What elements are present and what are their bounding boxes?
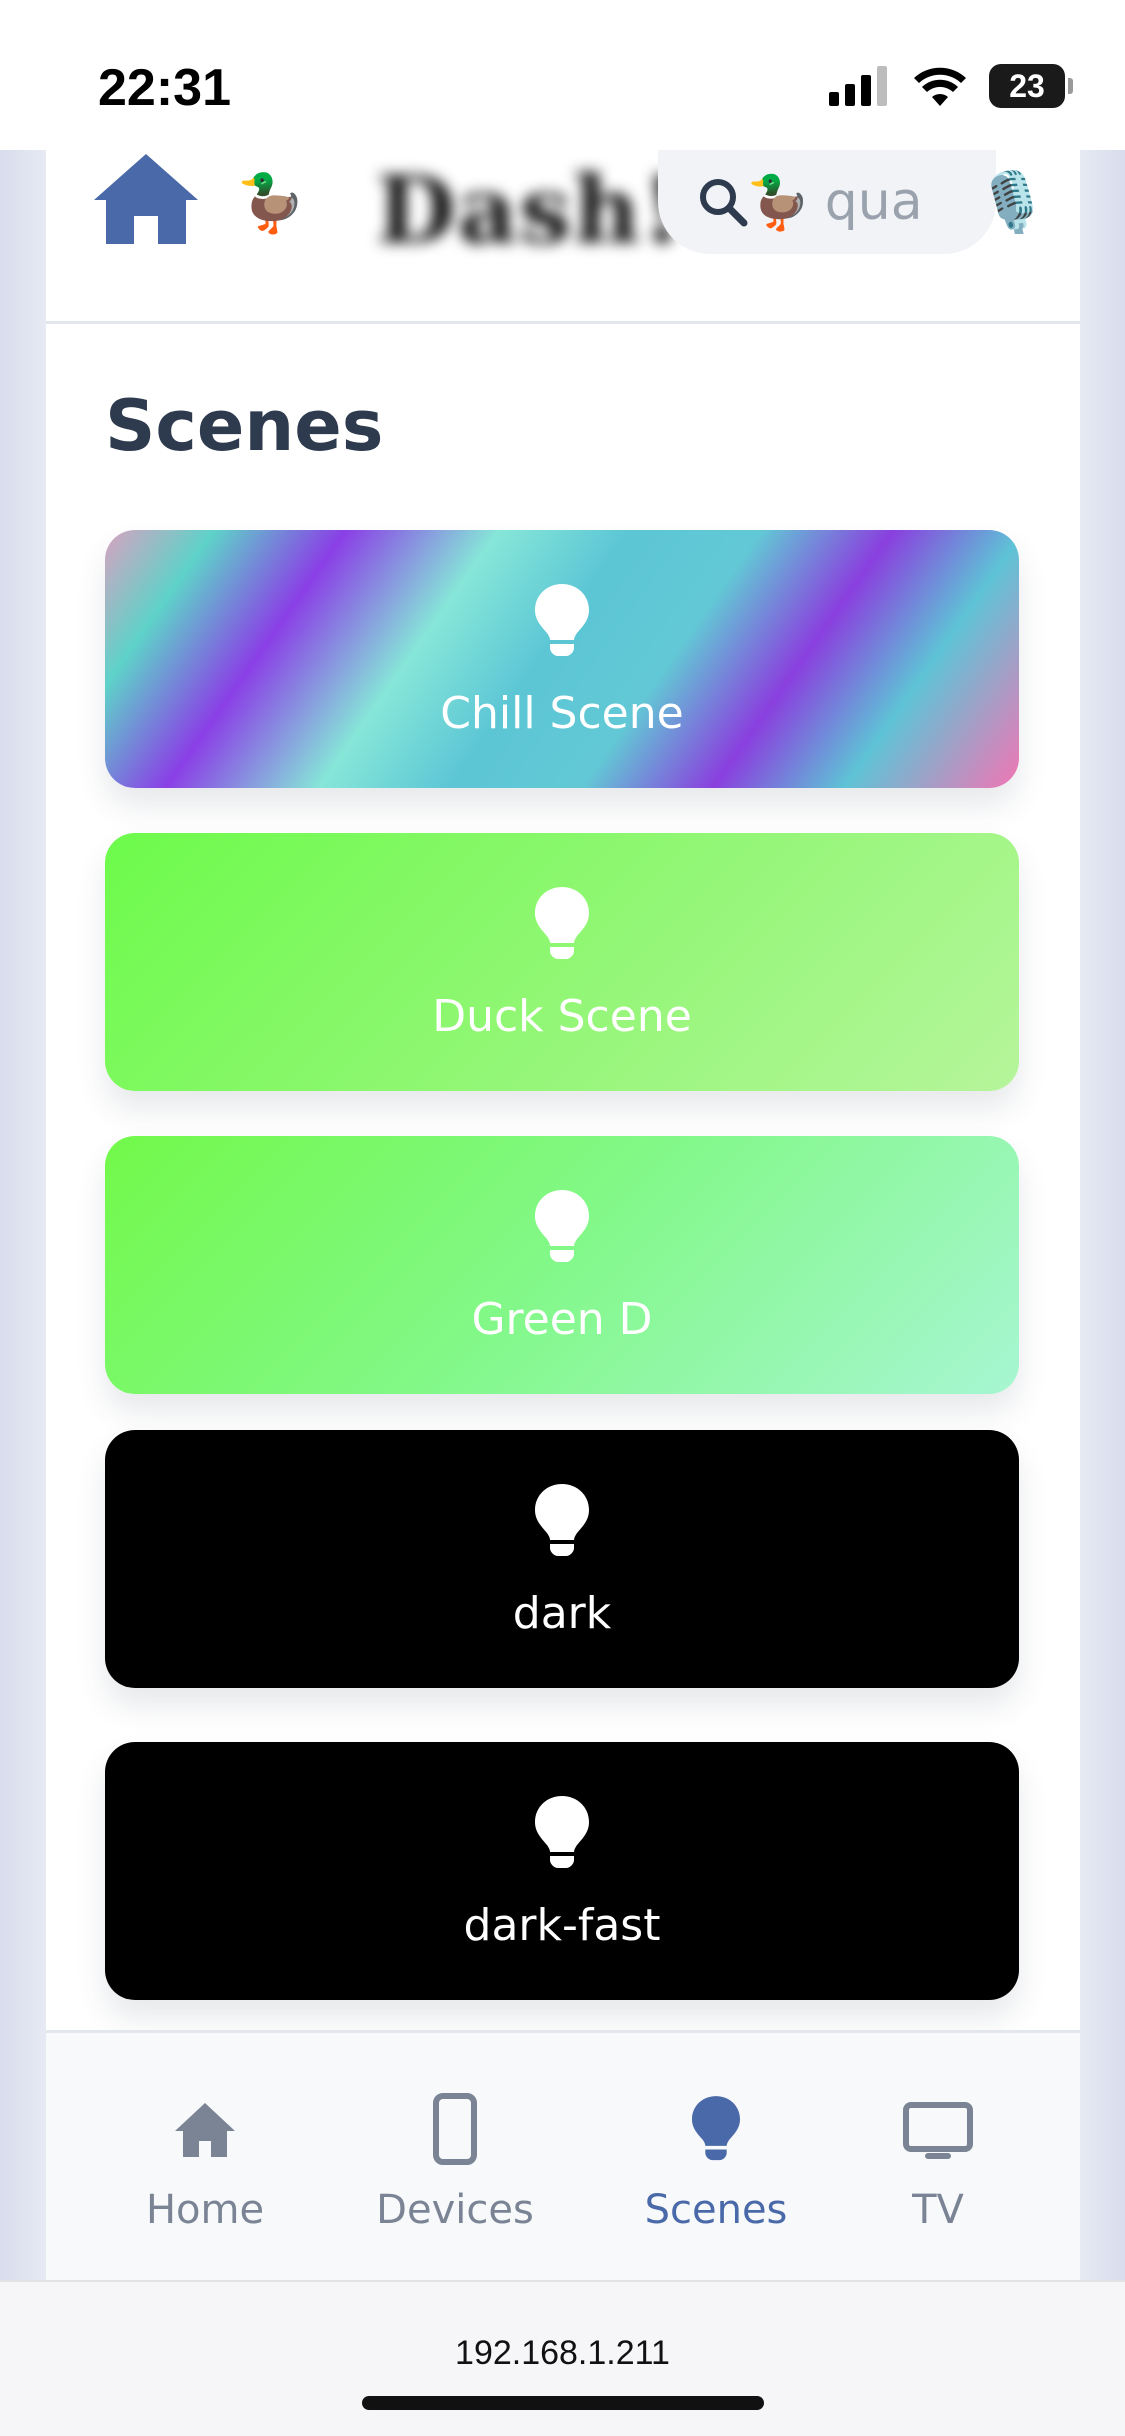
brand-logo[interactable]: Dash! bbox=[376, 156, 706, 276]
search-duck-emoji: 🦆 bbox=[746, 172, 811, 233]
status-time: 22:31 bbox=[98, 59, 231, 117]
scene-card-dark[interactable]: dark bbox=[105, 1430, 1019, 1688]
nav-label-tv: TV bbox=[912, 2187, 964, 2233]
scene-label: Chill Scene bbox=[440, 687, 684, 739]
lightbulb-icon bbox=[692, 2096, 740, 2161]
scene-card-chill-scene[interactable]: Chill Scene bbox=[105, 530, 1019, 788]
scene-card-dark-fast[interactable]: dark-fast bbox=[105, 1742, 1019, 2000]
app-header: 🦆 Dash! 🦆 qua 🎙️ bbox=[46, 150, 1080, 324]
home-icon bbox=[175, 2103, 235, 2157]
nav-label-devices: Devices bbox=[376, 2187, 534, 2233]
lightbulb-icon bbox=[535, 1189, 589, 1262]
scene-label: Green D bbox=[471, 1293, 653, 1345]
duck-emoji: 🦆 bbox=[236, 171, 306, 236]
nav-label-home: Home bbox=[145, 2187, 265, 2233]
battery-icon: 23 bbox=[989, 64, 1073, 108]
nav-item-tv[interactable]: TV bbox=[838, 2093, 1038, 2233]
search-placeholder: qua bbox=[824, 172, 923, 232]
home-indicator[interactable] bbox=[362, 2396, 764, 2410]
scene-card-duck-scene[interactable]: Duck Scene bbox=[105, 833, 1019, 1091]
scene-card-green-d[interactable]: Green D bbox=[105, 1136, 1019, 1394]
status-bar: 22:31 23 bbox=[0, 0, 1125, 150]
signal-icon bbox=[829, 66, 887, 106]
home-logo-icon[interactable] bbox=[90, 150, 202, 246]
scene-label: dark bbox=[512, 1587, 612, 1639]
nav-item-scenes[interactable]: Scenes bbox=[616, 2093, 816, 2233]
browser-url-bar[interactable]: 192.168.1.211 bbox=[0, 2280, 1125, 2436]
nav-item-devices[interactable]: Devices bbox=[355, 2093, 555, 2233]
bottom-nav: Home Devices Scenes TV bbox=[46, 2030, 1080, 2280]
status-icons: 23 bbox=[829, 64, 1073, 108]
search-icon bbox=[700, 179, 748, 227]
tv-icon bbox=[903, 2102, 973, 2159]
microphone-icon[interactable]: 🎙️ bbox=[976, 168, 1048, 237]
scene-label: Duck Scene bbox=[432, 990, 692, 1042]
phone-icon bbox=[433, 2093, 477, 2165]
scene-label: dark-fast bbox=[463, 1899, 661, 1951]
lightbulb-icon bbox=[535, 1795, 589, 1868]
nav-item-home[interactable]: Home bbox=[105, 2093, 305, 2233]
lightbulb-icon bbox=[535, 583, 589, 656]
battery-level: 23 bbox=[1009, 67, 1045, 104]
lightbulb-icon bbox=[535, 1483, 589, 1556]
lightbulb-icon bbox=[535, 886, 589, 959]
page-title: Scenes bbox=[105, 385, 384, 467]
nav-label-scenes: Scenes bbox=[644, 2187, 788, 2233]
url-text: 192.168.1.211 bbox=[455, 2334, 670, 2372]
search-input[interactable]: 🦆 qua bbox=[658, 150, 996, 254]
wifi-icon bbox=[914, 67, 966, 106]
